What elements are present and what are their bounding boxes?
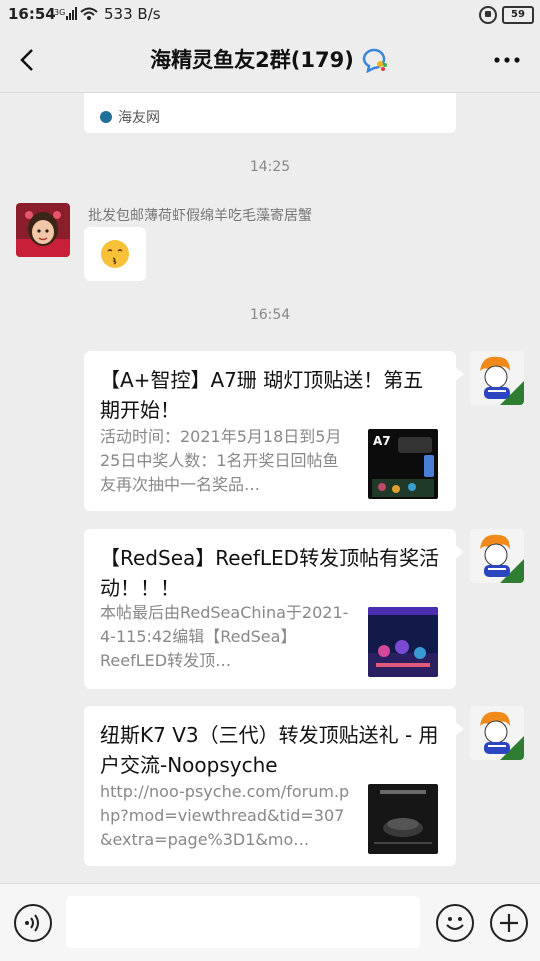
thumb-label: A7 [373, 434, 391, 448]
network-speed: 533 B/s [104, 5, 161, 23]
link-card[interactable]: 纽斯K7 V3（三代）转发顶贴送礼 - 用户交流-Noopsyche http:… [84, 706, 464, 866]
emoji-message[interactable] [84, 227, 146, 281]
source-logo-icon [100, 111, 112, 123]
card-thumbnail [368, 607, 438, 677]
message-input[interactable] [66, 896, 420, 948]
more-dots-icon[interactable] [492, 48, 522, 72]
network-type: 3G [54, 8, 65, 17]
status-bar: 16:54 3G 533 B/s 59 [0, 0, 540, 28]
link-card[interactable]: 【RedSea】ReefLED转发顶帖有奖活动！！！ 本帖最后由RedSeaCh… [84, 529, 464, 689]
chat-header: 海精灵鱼友2群(179) [0, 28, 540, 93]
card-thumbnail [368, 784, 438, 854]
card-source: 海友网 [100, 107, 160, 127]
card-source-label: 海友网 [118, 110, 160, 126]
sender-name: 批发包邮薄荷虾假绵羊吃毛藻寄居蟹 [88, 208, 312, 224]
card-description: http://noo-psyche.com/forum.php?mod=view… [100, 782, 350, 849]
avatar[interactable] [16, 203, 70, 257]
avatar[interactable] [470, 706, 524, 760]
card-description: 活动时间：2021年5月18日到5月25日中奖人数：1名开奖日回帖鱼友再次抽中一… [100, 427, 342, 494]
battery-icon: 59 [502, 6, 534, 24]
rotation-lock-icon [479, 6, 497, 24]
avatar[interactable] [470, 529, 524, 583]
plus-icon[interactable] [490, 904, 528, 942]
chat-title: 海精灵鱼友2群(179) [150, 48, 354, 72]
emoji-icon[interactable] [436, 904, 474, 942]
chat-title-row: 海精灵鱼友2群(179) [0, 44, 540, 74]
voice-icon[interactable] [14, 904, 52, 942]
link-card[interactable]: 【A+智控】A7珊 瑚灯顶贴送！第五期开始！ 活动时间：2021年5月18日到5… [84, 351, 464, 511]
avatar[interactable] [470, 351, 524, 405]
kissing-face-icon [101, 240, 129, 268]
chat-messages[interactable]: 海友网 14:25 批发包邮薄荷虾假绵羊吃毛藻寄居蟹 16:54 【A+智控】A… [0, 93, 540, 883]
input-bar [0, 883, 540, 961]
timestamp: 14:25 [249, 159, 291, 175]
card-title: 纽斯K7 V3（三代）转发顶贴送礼 - 用户交流-Noopsyche [100, 723, 439, 777]
timestamp: 16:54 [249, 307, 291, 323]
status-time: 16:54 [8, 5, 56, 23]
card-title: 【RedSea】ReefLED转发顶帖有奖活动！！！ [100, 546, 440, 600]
signal-icon: 3G [54, 6, 98, 26]
card-thumbnail: A7 [368, 429, 438, 499]
card-description: 本帖最后由RedSeaChina于2021-4-115:42编辑【RedSea】… [100, 603, 349, 670]
link-card-partial[interactable]: 海友网 [84, 93, 456, 133]
card-title: 【A+智控】A7珊 瑚灯顶贴送！第五期开始！ [100, 368, 424, 422]
chat-bubble-badge-icon [362, 48, 387, 73]
